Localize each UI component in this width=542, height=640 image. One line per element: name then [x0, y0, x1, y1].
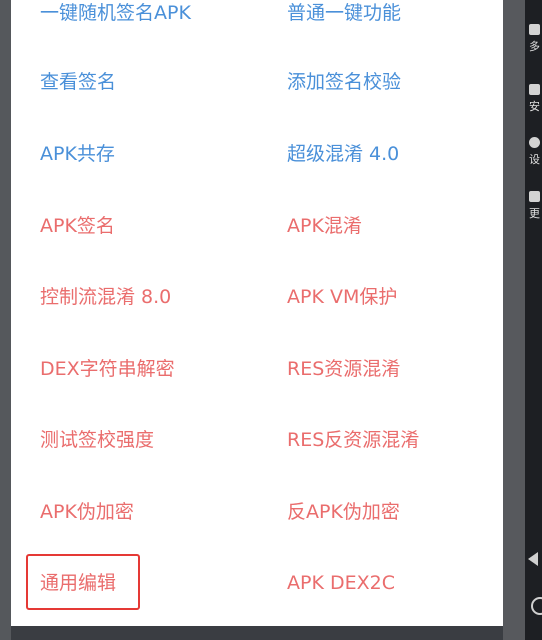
side-entry-label: 多 [529, 40, 540, 53]
back-triangle-icon[interactable] [528, 552, 538, 566]
side-entry-label: 安 [529, 100, 540, 113]
menu-item-normal-one-click[interactable]: 普通一键功能 [287, 0, 401, 26]
menu-item-anti-fake-encrypt[interactable]: 反APK伪加密 [287, 499, 400, 525]
background-right [503, 0, 525, 640]
menu-item-control-flow-obfuscation[interactable]: 控制流混淆 8.0 [40, 284, 171, 310]
side-panel: 多 安 设 更 [525, 0, 542, 640]
menu-item-apk-obfuscation[interactable]: APK混淆 [287, 213, 362, 239]
menu-item-dex-string-decrypt[interactable]: DEX字符串解密 [40, 356, 175, 382]
menu-item-test-sign-check[interactable]: 测试签校强度 [40, 427, 154, 453]
android-icon [529, 84, 540, 95]
side-entry-label: 设 [529, 153, 540, 166]
side-entry-multi[interactable]: 多 [525, 18, 542, 62]
menu-item-random-sign-apk[interactable]: 一键随机签名APK [40, 0, 191, 26]
side-entry-label: 更 [529, 207, 540, 220]
side-entry-more[interactable]: 更 [525, 185, 542, 229]
menu-item-apk-vm-protect[interactable]: APK VM保护 [287, 284, 397, 310]
side-entry-settings[interactable]: 设 [525, 131, 542, 175]
grid-icon [529, 24, 540, 35]
menu-item-apk-coexist[interactable]: APK共存 [40, 141, 115, 167]
more-icon [529, 191, 540, 202]
menu-item-super-obfuscation[interactable]: 超级混淆 4.0 [287, 141, 399, 167]
menu-item-apk-sign[interactable]: APK签名 [40, 213, 115, 239]
menu-item-res-deobfuscation[interactable]: RES反资源混淆 [287, 427, 419, 453]
menu-item-res-obfuscation[interactable]: RES资源混淆 [287, 356, 400, 382]
menu-item-add-sign-check[interactable]: 添加签名校验 [287, 69, 401, 95]
background-left [0, 0, 11, 640]
side-entry-install[interactable]: 安 [525, 78, 542, 122]
menu-item-view-signature[interactable]: 查看签名 [40, 69, 116, 95]
menu-item-general-edit[interactable]: 通用编辑 [40, 570, 116, 596]
home-circle-icon[interactable] [531, 597, 542, 615]
menu-item-apk-dex2c[interactable]: APK DEX2C [287, 570, 395, 596]
menu-item-apk-fake-encrypt[interactable]: APK伪加密 [40, 499, 134, 525]
gear-icon [529, 137, 540, 148]
